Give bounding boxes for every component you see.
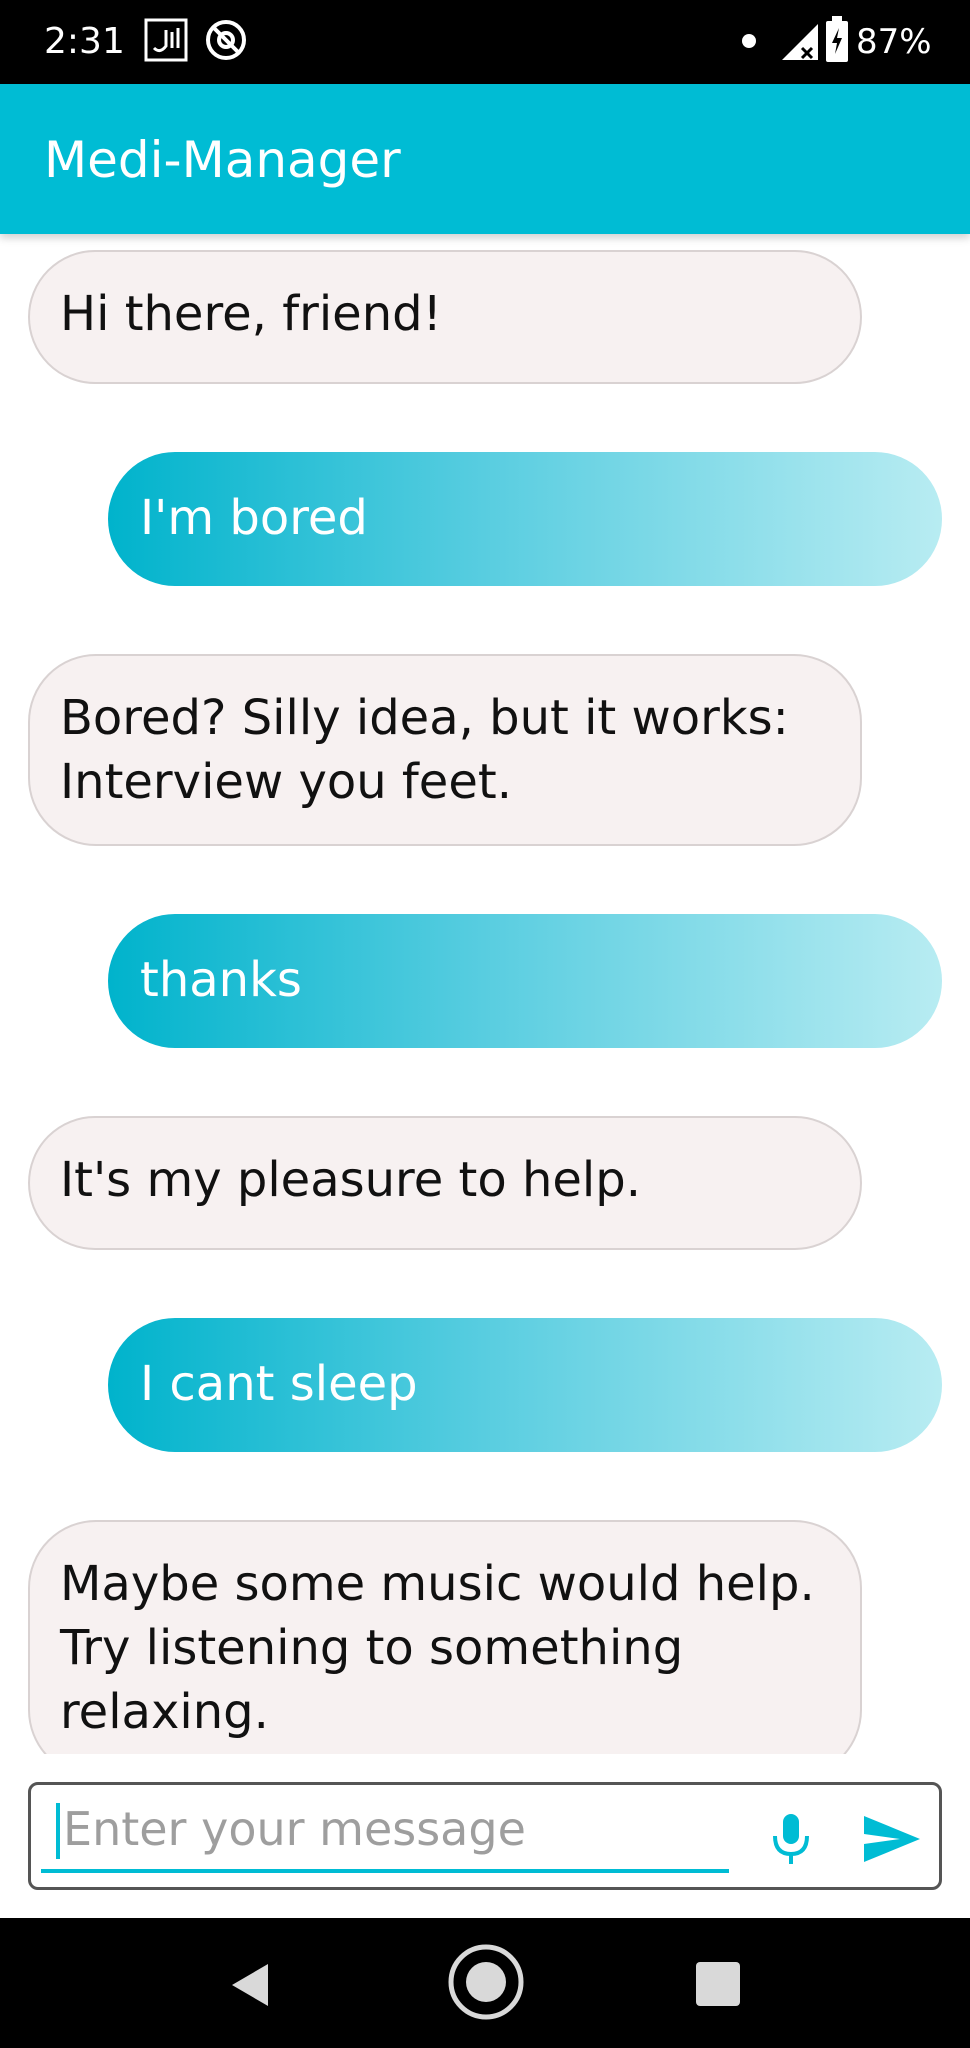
- app-title: Medi-Manager: [44, 131, 401, 189]
- status-time: 2:31: [44, 21, 125, 62]
- notification-dot-icon: [742, 34, 756, 48]
- recents-square-icon[interactable]: [696, 1962, 740, 2006]
- user-message-bubble: I'm bored: [108, 452, 942, 586]
- message-composer: [0, 1754, 970, 1918]
- battery-icon: [826, 16, 848, 62]
- back-triangle-icon[interactable]: [226, 1960, 276, 2010]
- bot-message-text: It's my pleasure to help.: [60, 1152, 641, 1208]
- app-bar: Medi-Manager: [0, 84, 970, 234]
- bot-message-bubble: Hi there, friend!: [28, 250, 862, 384]
- send-icon: [864, 1816, 920, 1862]
- bot-message-bubble: Maybe some music would help. Try listeni…: [28, 1520, 862, 1754]
- user-message-text: I'm bored: [140, 490, 368, 546]
- system-navigation-bar: [0, 1918, 970, 2048]
- bot-message-text: Maybe some music would help. Try listeni…: [60, 1556, 815, 1740]
- bot-message-bubble: Bored? Silly idea, but it works: Intervi…: [28, 654, 862, 846]
- user-message-bubble: thanks: [108, 914, 942, 1048]
- voice-input-button[interactable]: [751, 1799, 831, 1879]
- user-message-text: thanks: [140, 952, 302, 1008]
- text-cursor: [56, 1803, 60, 1859]
- bot-message-bubble: It's my pleasure to help.: [28, 1116, 862, 1250]
- send-button[interactable]: [847, 1799, 937, 1879]
- message-input-container: [28, 1782, 942, 1890]
- app-notification-icon: [144, 18, 188, 62]
- input-underline: [41, 1869, 729, 1873]
- chat-message-list[interactable]: Hi there, friend! I'm bored Bored? Silly…: [0, 234, 970, 1754]
- bot-message-text: Bored? Silly idea, but it works: Intervi…: [60, 690, 789, 810]
- battery-level: 87%: [856, 22, 932, 62]
- signal-icon: [782, 24, 818, 60]
- status-bar: 2:31 87%: [0, 0, 970, 84]
- bot-message-text: Hi there, friend!: [60, 286, 442, 342]
- user-message-text: I cant sleep: [140, 1356, 418, 1412]
- mic-icon: [773, 1814, 809, 1864]
- home-circle-icon[interactable]: [446, 1942, 526, 2022]
- user-message-bubble: I cant sleep: [108, 1318, 942, 1452]
- message-input[interactable]: [57, 1799, 745, 1859]
- sync-disabled-icon: [206, 20, 246, 60]
